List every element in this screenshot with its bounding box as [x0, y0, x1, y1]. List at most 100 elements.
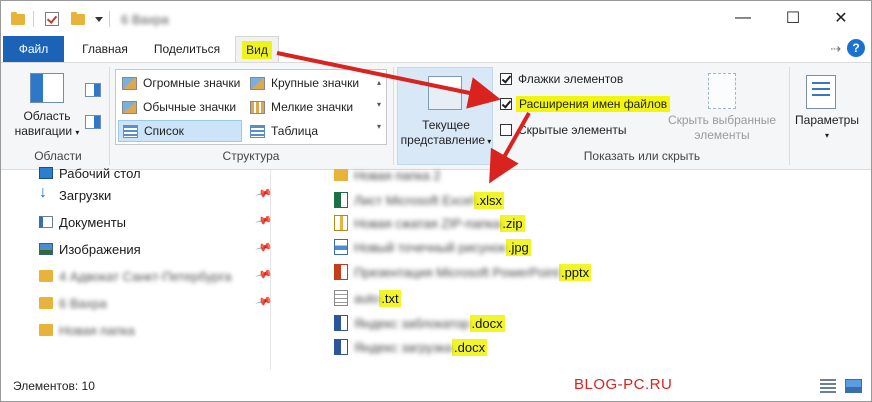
current-view-button[interactable]: Текущее представление ▾: [397, 67, 493, 165]
pin-icon[interactable]: 📌: [255, 265, 273, 283]
options-label: Параметры: [795, 113, 859, 127]
layout-small-icons[interactable]: Мелкие значки: [246, 96, 370, 118]
show-hide-group-label: Показать или скрыть: [583, 149, 701, 163]
layout-medium-icons[interactable]: Обычные значки: [118, 96, 242, 118]
help-icon[interactable]: ?: [847, 39, 865, 57]
panes-group-label: Области: [34, 149, 82, 163]
folder-icon: [334, 169, 348, 181]
layout-large-icons[interactable]: Крупные значки: [246, 72, 370, 94]
file-extension: .docx: [452, 338, 488, 356]
new-folder-icon[interactable]: [71, 10, 85, 28]
window-title: 6 Вахра: [121, 11, 169, 27]
item-checkboxes-label: Флажки элементов: [518, 72, 624, 86]
details-pane-icon[interactable]: [85, 115, 101, 129]
tab-home[interactable]: Главная: [79, 36, 131, 62]
minimize-button[interactable]: —: [733, 9, 753, 27]
list-item[interactable]: Новая сжатая ZIP-папка .zip: [334, 213, 525, 233]
layout-extra-large-icons[interactable]: Огромные значки: [118, 72, 242, 94]
folder-icon: [39, 270, 53, 282]
list-item[interactable]: Лист Microsoft Excel .xlsx: [334, 190, 504, 210]
options-icon[interactable]: [806, 75, 836, 109]
list-item[interactable]: Новая папка 2: [334, 165, 441, 185]
list-item[interactable]: Яндекс заблокатор .docx: [334, 313, 505, 333]
file-extension: .pptx: [558, 263, 592, 281]
file-extensions-checkbox[interactable]: [500, 98, 512, 110]
pin-ribbon-icon[interactable]: ⇢: [830, 41, 841, 57]
list-item[interactable]: auto .txt: [334, 288, 401, 308]
layout-group-label: Структура: [222, 149, 280, 163]
tab-view[interactable]: Вид: [235, 36, 279, 62]
text-file-icon: [334, 290, 348, 306]
watermark: BLOG-PC.RU: [574, 376, 673, 393]
nav-item-downloads[interactable]: Загрузки: [39, 184, 111, 205]
nav-item-folder[interactable]: Новая папка: [39, 320, 135, 340]
customize-qa-chevron-down-icon[interactable]: [95, 10, 103, 28]
navigation-pane-icon[interactable]: [30, 73, 64, 103]
nav-item-desktop[interactable]: Рабочий стол: [39, 163, 141, 183]
small-icons-icon: [250, 100, 265, 114]
table-icon: [250, 124, 265, 138]
navigation-pane-label-2: навигации ▾: [14, 124, 80, 138]
nav-item-folder[interactable]: 4 Адвокат Санкт-Петербурга: [39, 266, 231, 286]
download-arrow-icon: [39, 184, 53, 202]
zip-folder-icon: [334, 215, 348, 231]
large-icons-view-icon[interactable]: [845, 379, 862, 393]
folder-icon: [11, 10, 25, 28]
file-extension: .xlsx: [474, 191, 504, 209]
status-bar: Элементов: 10 BLOG-PC.RU: [1, 370, 871, 401]
close-button[interactable]: ✕: [831, 9, 851, 27]
item-checkboxes-checkbox[interactable]: [500, 73, 512, 85]
options-button[interactable]: Параметры ▾: [791, 113, 863, 143]
layout-list[interactable]: Список: [118, 120, 242, 142]
layout-details[interactable]: Таблица: [246, 120, 370, 142]
maximize-button[interactable]: ☐: [783, 9, 803, 27]
file-extensions-label: Расширения имен файлов: [516, 96, 671, 112]
group-separator: [789, 67, 790, 165]
folder-icon: [39, 297, 53, 309]
group-separator: [393, 67, 394, 165]
pin-icon[interactable]: 📌: [255, 292, 273, 310]
file-extension: .jpg: [505, 238, 531, 256]
properties-check-icon[interactable]: [45, 10, 59, 28]
item-count: Элементов: 10: [13, 379, 95, 393]
file-extension: .zip: [500, 214, 525, 232]
list-item[interactable]: Новый точечный рисунок .jpg: [334, 237, 531, 257]
navigation-pane: Рабочий стол Загрузки 📌 Документы 📌 Изоб…: [1, 166, 273, 370]
preview-pane-icon[interactable]: [85, 83, 101, 97]
word-file-icon: [334, 339, 348, 355]
nav-item-folder[interactable]: 6 Вахра: [39, 293, 107, 313]
pin-icon[interactable]: 📌: [255, 211, 273, 229]
file-list: Новая папка 2 Лист Microsoft Excel .xlsx …: [272, 168, 871, 370]
list-item[interactable]: Презентация Microsoft PowerPoint .pptx: [334, 262, 592, 282]
file-extension: .txt: [379, 289, 401, 307]
current-view-icon: [428, 76, 462, 110]
title-bar: 6 Вахра — ☐ ✕: [1, 1, 871, 36]
tab-file[interactable]: Файл: [3, 36, 64, 62]
hidden-items-label: Скрытые элементы: [518, 123, 627, 137]
layout-gallery: Огромные значки Крупные значки Обычные з…: [115, 69, 387, 145]
hide-selected-icon: [708, 73, 736, 109]
hide-selected-label-1[interactable]: Скрыть выбранные: [663, 113, 781, 128]
word-file-icon: [334, 315, 348, 331]
pin-icon[interactable]: 📌: [255, 238, 273, 256]
navigation-pane-button[interactable]: Область навигации ▾: [9, 109, 85, 140]
powerpoint-file-icon: [334, 264, 348, 280]
tab-share[interactable]: Поделиться: [148, 36, 226, 62]
hide-selected-label-2[interactable]: элементы: [663, 128, 781, 143]
navigation-pane-label-1: Область: [23, 109, 71, 123]
list-icon: [123, 124, 138, 138]
documents-icon: [39, 216, 53, 228]
layout-gallery-scroll[interactable]: ▴ ▾ ▾: [374, 72, 384, 138]
nav-item-pictures[interactable]: Изображения: [39, 239, 141, 259]
desktop-icon: [39, 167, 53, 179]
excel-file-icon: [334, 192, 348, 208]
nav-item-documents[interactable]: Документы: [39, 212, 126, 232]
list-item[interactable]: Яндекс загрузка .docx: [334, 337, 488, 357]
extra-large-icons-icon: [122, 76, 137, 90]
ribbon: Область навигации ▾ Области Огромные зна…: [1, 62, 871, 170]
hidden-items-checkbox[interactable]: [500, 124, 512, 136]
details-view-icon[interactable]: [820, 379, 836, 393]
pin-icon[interactable]: 📌: [255, 184, 273, 202]
ribbon-tabs: Файл Главная Поделиться Вид ⇢ ?: [1, 36, 871, 62]
quick-access-separator: [33, 10, 34, 28]
